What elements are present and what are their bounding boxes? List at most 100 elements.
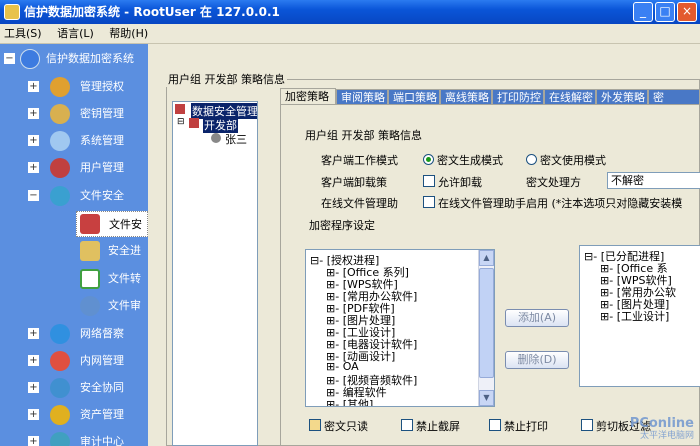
org-tree[interactable]: 数据安全管理 ⊟ 开发部 张三 [172, 101, 258, 446]
sidebar-item-label: 系统管理 [80, 134, 124, 147]
tab-offline-policy[interactable]: 离线策略 [440, 89, 492, 105]
sidebar-item-label: 安全协同 [80, 381, 124, 394]
tree-user[interactable]: 张三 [225, 131, 247, 147]
monitor-icon [20, 49, 40, 69]
add-button[interactable]: 添加(A) [505, 309, 569, 327]
box-icon [80, 241, 100, 261]
no-screenshot-checkbox[interactable] [401, 419, 413, 431]
expand-icon[interactable]: + [28, 81, 39, 92]
file-stack-icon [50, 186, 70, 206]
title-bar: 信护数据加密系统 - RootUser 在 127.0.0.1 [0, 0, 700, 24]
panel-heading: 用户组 开发部 策略信息 [305, 129, 422, 142]
client-mode-label: 客户端工作模式 [321, 154, 398, 167]
tab-encrypt-policy[interactable]: 加密策略 [280, 88, 336, 104]
collapse-icon[interactable]: ⊟ [177, 117, 185, 127]
tab-print-control[interactable]: 打印防控 [492, 89, 544, 105]
sidebar-subitem-file-convert[interactable]: 文件转 [108, 266, 148, 292]
expand-icon[interactable]: + [28, 355, 39, 366]
vertical-scrollbar[interactable]: ▲ ▼ [478, 250, 494, 406]
scroll-thumb[interactable] [479, 268, 494, 378]
menu-tools[interactable]: 工具(S) [4, 27, 42, 40]
sidebar-subitem-label: 文件安 [109, 218, 142, 231]
close-button[interactable]: × [677, 2, 697, 22]
collapse-icon[interactable]: − [4, 53, 15, 64]
sidebar-item-label: 资产管理 [80, 408, 124, 421]
no-print-checkbox[interactable] [489, 419, 501, 431]
medal-icon [50, 77, 70, 97]
expand-icon[interactable]: + [28, 135, 39, 146]
tree-node[interactable]: ⊞- [工业设计] [600, 308, 669, 324]
sidebar-item-assets[interactable]: + 资产管理 [0, 402, 148, 428]
readonly-label: 密文只读 [324, 420, 368, 433]
tab-more[interactable]: 密 [648, 89, 700, 105]
allow-uninstall-checkbox[interactable] [423, 175, 435, 187]
expand-icon[interactable]: + [28, 108, 39, 119]
sidebar-item-label: 内网管理 [80, 354, 124, 367]
expand-icon[interactable]: + [28, 436, 39, 446]
app-icon [4, 4, 20, 20]
sidebar-item-license[interactable]: + 管理授权 [0, 74, 148, 100]
watermark-brand: PConline [629, 416, 694, 431]
sidebar-item-label: 网络督察 [80, 327, 124, 340]
allow-uninstall-label: 允许卸载 [438, 176, 482, 189]
menu-help[interactable]: 帮助(H) [109, 27, 148, 40]
sidebar-item-keys[interactable]: + 密钥管理 [0, 101, 148, 127]
watermark-sub: 太平洋电脑网 [639, 431, 694, 441]
tab-outbound-policy[interactable]: 外发策略 [596, 89, 648, 105]
expand-icon[interactable]: + [28, 382, 39, 393]
sidebar-subitem-security-process[interactable]: 安全进 [108, 238, 148, 264]
sidebar-item-system[interactable]: + 系统管理 [0, 128, 148, 154]
program-label: 加密程序设定 [309, 219, 375, 232]
users-icon [50, 158, 70, 178]
clipboard-filter-checkbox[interactable] [581, 419, 593, 431]
radio-encrypt-mode[interactable] [423, 154, 434, 165]
tab-review-policy[interactable]: 审阅策略 [336, 89, 388, 105]
expand-icon[interactable]: + [28, 328, 39, 339]
cipher-select[interactable]: 不解密 [607, 172, 700, 189]
document-icon [80, 269, 100, 289]
minimize-button[interactable]: _ [633, 2, 653, 22]
people-icon [50, 378, 70, 398]
cipher-label: 密文处理方 [526, 176, 581, 189]
tab-online-decrypt[interactable]: 在线解密 [544, 89, 596, 105]
sidebar-subitem-file-audit[interactable]: 文件审 [108, 293, 148, 319]
tab-port-policy[interactable]: 端口策略 [388, 89, 440, 105]
sidebar-item-file-security[interactable]: − 文件安全 [0, 183, 148, 209]
sidebar-item-collab[interactable]: + 安全协同 [0, 375, 148, 401]
online-helper-checkbox[interactable] [423, 196, 435, 208]
window-title: 信护数据加密系统 - RootUser 在 127.0.0.1 [24, 5, 280, 19]
sidebar-root[interactable]: − 信护数据加密系统 [0, 46, 148, 72]
online-helper-label: 在线文件管理助手启用 (*注本选项只对隐藏安装模 [438, 197, 683, 210]
key-icon [50, 104, 70, 124]
online-label: 在线文件管理助 [321, 197, 398, 210]
collapse-icon[interactable]: − [28, 190, 39, 201]
sidebar-item-intranet[interactable]: + 内网管理 [0, 348, 148, 374]
expand-icon[interactable]: + [28, 409, 39, 420]
encrypt-policy-panel: 用户组 开发部 策略信息 客户端工作模式 密文生成模式 密文使用模式 客户端卸载… [280, 104, 700, 446]
menu-language[interactable]: 语言(L) [57, 27, 94, 40]
delete-button[interactable]: 删除(D) [505, 351, 569, 369]
sidebar-item-label: 管理授权 [80, 80, 124, 93]
sidebar-item-audit[interactable]: + 审计中心 [0, 429, 148, 446]
user-icon [211, 133, 221, 143]
sidebar-root-label: 信护数据加密系统 [46, 52, 134, 65]
expand-icon[interactable]: + [28, 162, 39, 173]
readonly-checkbox[interactable] [309, 419, 321, 431]
users-icon [175, 104, 185, 114]
tree-node[interactable]: ⊞- [其他] [326, 396, 373, 406]
sidebar-item-network[interactable]: + 网络督察 [0, 321, 148, 347]
sidebar-item-label: 密钥管理 [80, 107, 124, 120]
network-icon [50, 351, 70, 371]
scroll-up-icon[interactable]: ▲ [479, 250, 494, 266]
radio-use-mode[interactable] [526, 154, 537, 165]
sidebar-item-users[interactable]: + 用户管理 [0, 155, 148, 181]
maximize-button[interactable]: □ [655, 2, 675, 22]
breadcrumb: 用户组 开发部 策略信息 [166, 71, 287, 87]
scroll-down-icon[interactable]: ▼ [479, 390, 494, 406]
tab-strip: 加密策略 审阅策略 端口策略 离线策略 打印防控 在线解密 外发策略 密 [280, 88, 700, 105]
sidebar-item-label: 审计中心 [80, 435, 124, 446]
magnifier-icon [80, 296, 100, 316]
process-tree-left[interactable]: ⊟- [授权进程] ⊞- [Office 系列] ⊞- [WPS软件] ⊞- [… [305, 249, 495, 407]
coins-icon [50, 405, 70, 425]
process-tree-right[interactable]: ⊟- [已分配进程] ⊞- [Office 系 ⊞- [WPS软件] ⊞- [常… [579, 245, 700, 387]
